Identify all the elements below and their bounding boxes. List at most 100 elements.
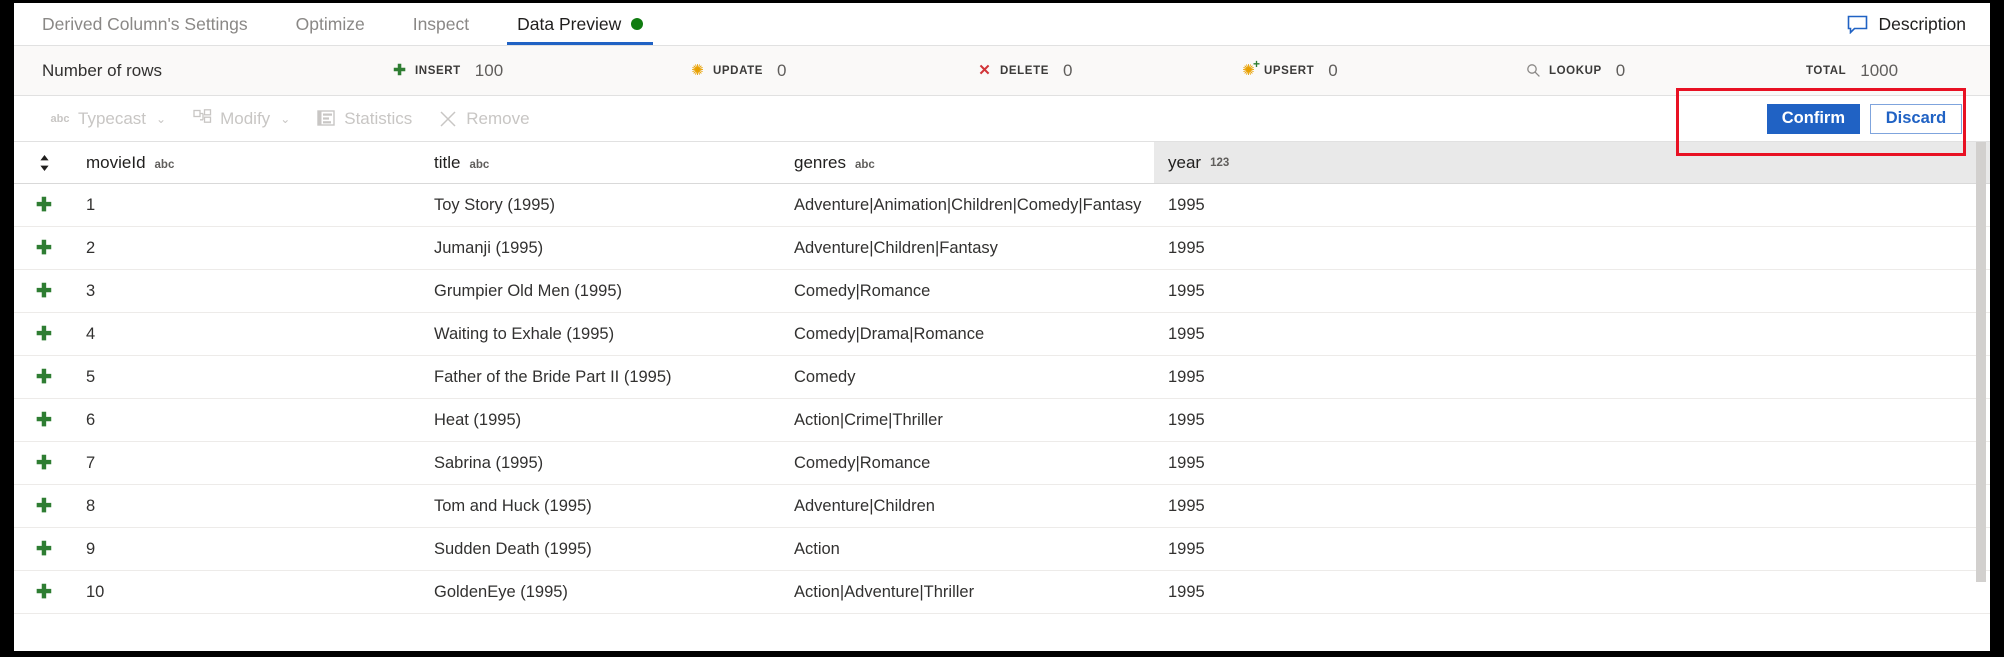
table-row[interactable]: ✚ 3 Grumpier Old Men (1995) Comedy|Roman…	[14, 270, 1990, 313]
chevron-down-icon: ⌄	[156, 112, 166, 126]
column-header-genres[interactable]: genres abc	[794, 153, 1154, 173]
row-expand-button[interactable]: ✚	[14, 583, 74, 602]
scrollbar-thumb[interactable]	[1976, 142, 1986, 582]
cell-year: 1995	[1154, 454, 1990, 473]
remove-button[interactable]: Remove	[438, 109, 529, 129]
column-name: movieId	[86, 153, 146, 173]
cell-genres: Adventure|Children|Fantasy	[794, 239, 1154, 258]
row-expand-button[interactable]: ✚	[14, 325, 74, 344]
tab-label: Inspect	[413, 14, 469, 35]
data-flow-panel: Derived Column's Settings Optimize Inspe…	[14, 3, 1990, 651]
table-row[interactable]: ✚ 4 Waiting to Exhale (1995) Comedy|Dram…	[14, 313, 1990, 356]
cell-title: Jumanji (1995)	[434, 239, 794, 258]
row-expand-button[interactable]: ✚	[14, 239, 74, 258]
stat-label: UPSERT	[1264, 65, 1314, 77]
cell-title: GoldenEye (1995)	[434, 583, 794, 602]
cell-year: 1995	[1154, 583, 1990, 602]
sort-icon	[39, 154, 50, 172]
column-header-title[interactable]: title abc	[434, 153, 794, 173]
cell-genres: Comedy|Drama|Romance	[794, 325, 1154, 344]
row-expand-button[interactable]: ✚	[14, 196, 74, 215]
row-expand-button[interactable]: ✚	[14, 411, 74, 430]
remove-label: Remove	[466, 109, 529, 129]
grid-body: ✚ 1 Toy Story (1995) Adventure|Animation…	[14, 184, 1990, 614]
description-button[interactable]: Description	[1847, 3, 1990, 45]
cell-movieid: 10	[74, 583, 434, 602]
cell-title: Heat (1995)	[434, 411, 794, 430]
stat-value: 0	[1616, 61, 1625, 81]
tab-optimize[interactable]: Optimize	[272, 3, 389, 45]
plus-icon: ✚	[36, 411, 52, 430]
column-header-year[interactable]: year 123	[1154, 142, 1990, 183]
table-row[interactable]: ✚ 8 Tom and Huck (1995) Adventure|Childr…	[14, 485, 1990, 528]
cell-year: 1995	[1154, 325, 1990, 344]
table-row[interactable]: ✚ 6 Heat (1995) Action|Crime|Thriller 19…	[14, 399, 1990, 442]
cell-year: 1995	[1154, 411, 1990, 430]
row-expand-button[interactable]: ✚	[14, 282, 74, 301]
confirm-button[interactable]: Confirm	[1767, 104, 1860, 134]
chevron-down-icon: ⌄	[280, 112, 290, 126]
row-expand-button[interactable]: ✚	[14, 540, 74, 559]
cell-year: 1995	[1154, 368, 1990, 387]
discard-button[interactable]: Discard	[1870, 104, 1962, 134]
table-row[interactable]: ✚ 1 Toy Story (1995) Adventure|Animation…	[14, 184, 1990, 227]
modify-icon	[192, 109, 212, 129]
cell-title: Toy Story (1995)	[434, 196, 794, 215]
cell-movieid: 3	[74, 282, 434, 301]
column-name: year	[1168, 153, 1201, 173]
modify-label: Modify	[220, 109, 270, 129]
screenshot-frame: Derived Column's Settings Optimize Inspe…	[0, 0, 2004, 657]
tab-data-preview[interactable]: Data Preview	[493, 3, 667, 45]
row-expand-button[interactable]: ✚	[14, 368, 74, 387]
table-row[interactable]: ✚ 2 Jumanji (1995) Adventure|Children|Fa…	[14, 227, 1990, 270]
cell-genres: Comedy|Romance	[794, 282, 1154, 301]
cell-genres: Adventure|Animation|Children|Comedy|Fant…	[794, 196, 1154, 215]
table-row[interactable]: ✚ 7 Sabrina (1995) Comedy|Romance 1995	[14, 442, 1990, 485]
vertical-scrollbar[interactable]	[1976, 142, 1986, 614]
cell-year: 1995	[1154, 497, 1990, 516]
close-icon	[438, 109, 458, 129]
delete-icon: ✕	[977, 63, 992, 78]
cell-movieid: 5	[74, 368, 434, 387]
row-expand-button[interactable]: ✚	[14, 497, 74, 516]
cell-movieid: 6	[74, 411, 434, 430]
statistics-button[interactable]: Statistics	[316, 109, 412, 129]
modify-button[interactable]: Modify ⌄	[192, 109, 290, 129]
tab-derived-column-settings[interactable]: Derived Column's Settings	[14, 3, 272, 45]
table-row[interactable]: ✚ 9 Sudden Death (1995) Action 1995	[14, 528, 1990, 571]
data-preview-grid: movieId abc title abc genres abc year 12…	[14, 142, 1990, 614]
stat-value: 0	[1063, 61, 1072, 81]
plus-icon: ✚	[36, 368, 52, 387]
column-toolbar: abc Typecast ⌄ Modify ⌄	[14, 96, 1990, 142]
statistics-label: Statistics	[344, 109, 412, 129]
status-dot-icon	[631, 18, 643, 30]
table-row[interactable]: ✚ 5 Father of the Bride Part II (1995) C…	[14, 356, 1990, 399]
grid-header-row: movieId abc title abc genres abc year 12…	[14, 142, 1990, 184]
typecast-button[interactable]: abc Typecast ⌄	[50, 109, 166, 129]
cell-title: Tom and Huck (1995)	[434, 497, 794, 516]
stat-lookup: LOOKUP 0	[1526, 61, 1625, 81]
abc-icon: abc	[50, 109, 70, 129]
cell-movieid: 9	[74, 540, 434, 559]
cell-genres: Action|Crime|Thriller	[794, 411, 1154, 430]
plus-icon: ✚	[36, 282, 52, 301]
sort-toggle[interactable]	[14, 154, 74, 172]
stat-label: DELETE	[1000, 65, 1049, 77]
lookup-icon	[1526, 63, 1541, 78]
column-type-badge: abc	[469, 159, 489, 171]
cell-movieid: 8	[74, 497, 434, 516]
cell-movieid: 1	[74, 196, 434, 215]
column-type-badge: abc	[155, 159, 175, 171]
row-expand-button[interactable]: ✚	[14, 454, 74, 473]
tab-label: Optimize	[296, 14, 365, 35]
tab-inspect[interactable]: Inspect	[389, 3, 493, 45]
description-label: Description	[1878, 14, 1966, 35]
table-row[interactable]: ✚ 10 GoldenEye (1995) Action|Adventure|T…	[14, 571, 1990, 614]
column-type-badge: abc	[855, 159, 875, 171]
stat-label: UPDATE	[713, 65, 763, 77]
column-header-movieid[interactable]: movieId abc	[74, 153, 434, 173]
cell-genres: Comedy	[794, 368, 1154, 387]
stat-label: LOOKUP	[1549, 65, 1602, 77]
column-type-badge: 123	[1210, 157, 1229, 169]
stat-value: 100	[475, 61, 503, 81]
